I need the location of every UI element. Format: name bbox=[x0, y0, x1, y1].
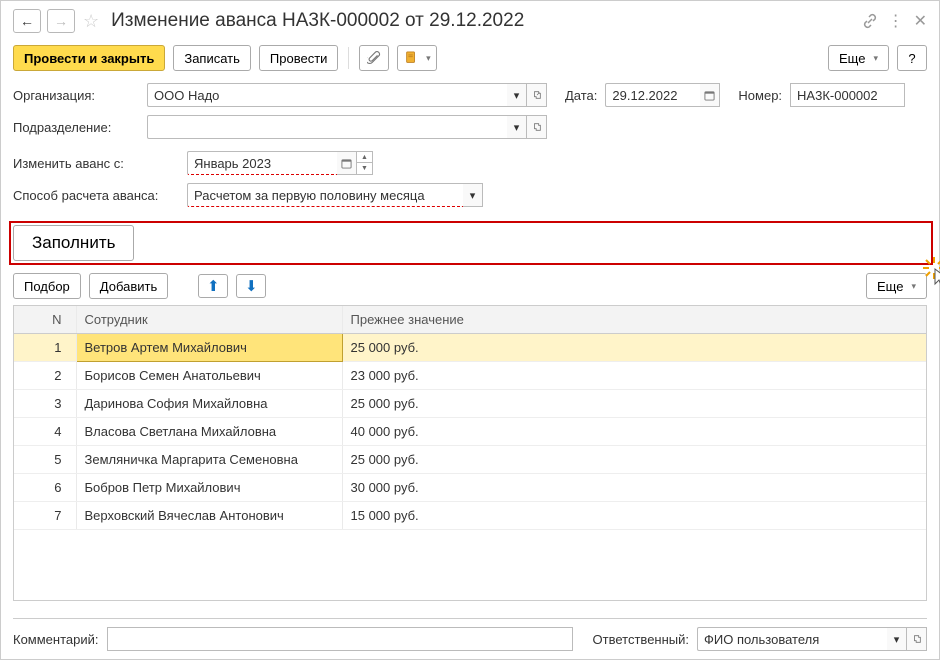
document-icon bbox=[404, 51, 418, 65]
table-row[interactable]: 4Власова Светлана Михайловна40 000 руб. bbox=[14, 418, 926, 446]
add-button[interactable]: Добавить bbox=[89, 273, 168, 299]
favorite-star-icon[interactable]: ☆ bbox=[83, 11, 99, 32]
comment-label: Комментарий: bbox=[13, 632, 99, 647]
chevron-down-icon: ▾ bbox=[426, 53, 431, 64]
help-button[interactable]: ? bbox=[897, 45, 927, 71]
row-employee[interactable]: Борисов Семен Анатольевич bbox=[76, 362, 342, 390]
save-button[interactable]: Записать bbox=[173, 45, 251, 71]
org-open-icon[interactable] bbox=[527, 83, 547, 107]
department-label: Подразделение: bbox=[13, 120, 139, 135]
more-menu-button[interactable]: Еще▾ bbox=[828, 45, 889, 71]
link-icon[interactable] bbox=[862, 13, 878, 29]
table-toolbar: Подбор Добавить ⬆ ⬇ Еще▾ bbox=[13, 267, 927, 305]
employees-table: N Сотрудник Прежнее значение 1Ветров Арт… bbox=[13, 305, 927, 601]
move-up-button[interactable]: ⬆ bbox=[198, 274, 228, 298]
row-employee[interactable]: Верховский Вячеслав Антонович bbox=[76, 502, 342, 530]
chevron-down-icon: ▾ bbox=[873, 53, 878, 64]
row-number: 6 bbox=[14, 474, 76, 502]
row-previous-value: 23 000 руб. bbox=[342, 362, 926, 390]
header-form: Организация: ООО Надо ▾ Дата: 29.12.2022… bbox=[13, 81, 927, 217]
comment-input[interactable] bbox=[107, 627, 573, 651]
date-label: Дата: bbox=[565, 88, 597, 103]
change-from-label: Изменить аванс с: bbox=[13, 156, 179, 171]
window-title: Изменение аванса НА3К-000002 от 29.12.20… bbox=[111, 10, 855, 32]
org-label: Организация: bbox=[13, 88, 139, 103]
move-down-button[interactable]: ⬇ bbox=[236, 274, 266, 298]
fill-button-highlight: Заполнить bbox=[13, 217, 927, 267]
titlebar: ← → ☆ Изменение аванса НА3К-000002 от 29… bbox=[13, 9, 927, 39]
responsible-label: Ответственный: bbox=[593, 632, 689, 647]
cursor-icon bbox=[933, 267, 940, 289]
responsible-open-icon[interactable] bbox=[907, 627, 927, 651]
row-number: 3 bbox=[14, 390, 76, 418]
row-number: 2 bbox=[14, 362, 76, 390]
paperclip-icon bbox=[367, 51, 381, 65]
print-button[interactable]: ▾ bbox=[397, 45, 437, 71]
forward-button[interactable]: → bbox=[47, 9, 75, 33]
row-employee[interactable]: Земляничка Маргарита Семеновна bbox=[76, 446, 342, 474]
number-label: Номер: bbox=[738, 88, 782, 103]
row-previous-value: 40 000 руб. bbox=[342, 418, 926, 446]
col-header-number[interactable]: N bbox=[14, 306, 76, 334]
document-window: ← → ☆ Изменение аванса НА3К-000002 от 29… bbox=[0, 0, 940, 660]
row-previous-value: 15 000 руб. bbox=[342, 502, 926, 530]
table-more-button[interactable]: Еще▾ bbox=[866, 273, 927, 299]
spinner-down-icon[interactable]: ▼ bbox=[357, 163, 372, 174]
table-row[interactable]: 6Бобров Петр Михайлович30 000 руб. bbox=[14, 474, 926, 502]
row-number: 5 bbox=[14, 446, 76, 474]
responsible-input[interactable]: ФИО пользователя bbox=[697, 627, 887, 651]
row-employee[interactable]: Бобров Петр Михайлович bbox=[76, 474, 342, 502]
number-input[interactable]: НА3К-000002 bbox=[790, 83, 905, 107]
calc-method-input[interactable]: Расчетом за первую половину месяца bbox=[187, 183, 463, 207]
row-number: 4 bbox=[14, 418, 76, 446]
arrow-down-icon: ⬇ bbox=[245, 277, 258, 295]
row-employee[interactable]: Ветров Артем Михайлович bbox=[76, 334, 342, 362]
row-previous-value: 25 000 руб. bbox=[342, 390, 926, 418]
table-row[interactable]: 7Верховский Вячеслав Антонович15 000 руб… bbox=[14, 502, 926, 530]
more-vertical-icon[interactable]: ⋮ bbox=[888, 11, 904, 31]
col-header-previous-value[interactable]: Прежнее значение bbox=[342, 306, 926, 334]
row-previous-value: 25 000 руб. bbox=[342, 334, 926, 362]
row-number: 1 bbox=[14, 334, 76, 362]
department-open-icon[interactable] bbox=[527, 115, 547, 139]
submit-and-close-button[interactable]: Провести и закрыть bbox=[13, 45, 165, 71]
fill-button[interactable]: Заполнить bbox=[13, 225, 134, 261]
spinner-up-icon[interactable]: ▲ bbox=[357, 152, 372, 163]
footer-bar: Комментарий: Ответственный: ФИО пользова… bbox=[13, 618, 927, 651]
table-row[interactable]: 3Даринова София Михайловна25 000 руб. bbox=[14, 390, 926, 418]
responsible-dropdown-icon[interactable]: ▾ bbox=[887, 627, 907, 651]
calc-method-label: Способ расчета аванса: bbox=[13, 188, 179, 203]
table-row[interactable]: 5Земляничка Маргарита Семеновна25 000 ру… bbox=[14, 446, 926, 474]
month-spinner[interactable]: ▲ ▼ bbox=[357, 151, 373, 175]
row-number: 7 bbox=[14, 502, 76, 530]
org-input[interactable]: ООО Надо bbox=[147, 83, 507, 107]
department-dropdown-icon[interactable]: ▾ bbox=[507, 115, 527, 139]
table-row[interactable]: 2Борисов Семен Анатольевич23 000 руб. bbox=[14, 362, 926, 390]
chevron-down-icon: ▾ bbox=[911, 281, 916, 292]
arrow-up-icon: ⬆ bbox=[207, 277, 220, 295]
main-toolbar: Провести и закрыть Записать Провести ▾ Е… bbox=[13, 39, 927, 81]
calc-method-dropdown-icon[interactable]: ▾ bbox=[463, 183, 483, 207]
close-icon[interactable]: ✕ bbox=[914, 11, 927, 31]
row-previous-value: 25 000 руб. bbox=[342, 446, 926, 474]
table-row[interactable]: 1Ветров Артем Михайлович25 000 руб. bbox=[14, 334, 926, 362]
submit-button[interactable]: Провести bbox=[259, 45, 339, 71]
change-from-input[interactable]: Январь 2023 bbox=[187, 151, 337, 175]
back-button[interactable]: ← bbox=[13, 9, 41, 33]
row-employee[interactable]: Даринова София Михайловна bbox=[76, 390, 342, 418]
department-input[interactable] bbox=[147, 115, 507, 139]
pick-button[interactable]: Подбор bbox=[13, 273, 81, 299]
row-previous-value: 30 000 руб. bbox=[342, 474, 926, 502]
org-dropdown-icon[interactable]: ▾ bbox=[507, 83, 527, 107]
calendar-icon[interactable] bbox=[337, 151, 357, 175]
calendar-icon[interactable] bbox=[700, 83, 720, 107]
row-employee[interactable]: Власова Светлана Михайловна bbox=[76, 418, 342, 446]
attach-button[interactable] bbox=[359, 45, 389, 71]
separator bbox=[348, 47, 349, 69]
date-input[interactable]: 29.12.2022 bbox=[605, 83, 700, 107]
col-header-employee[interactable]: Сотрудник bbox=[76, 306, 342, 334]
